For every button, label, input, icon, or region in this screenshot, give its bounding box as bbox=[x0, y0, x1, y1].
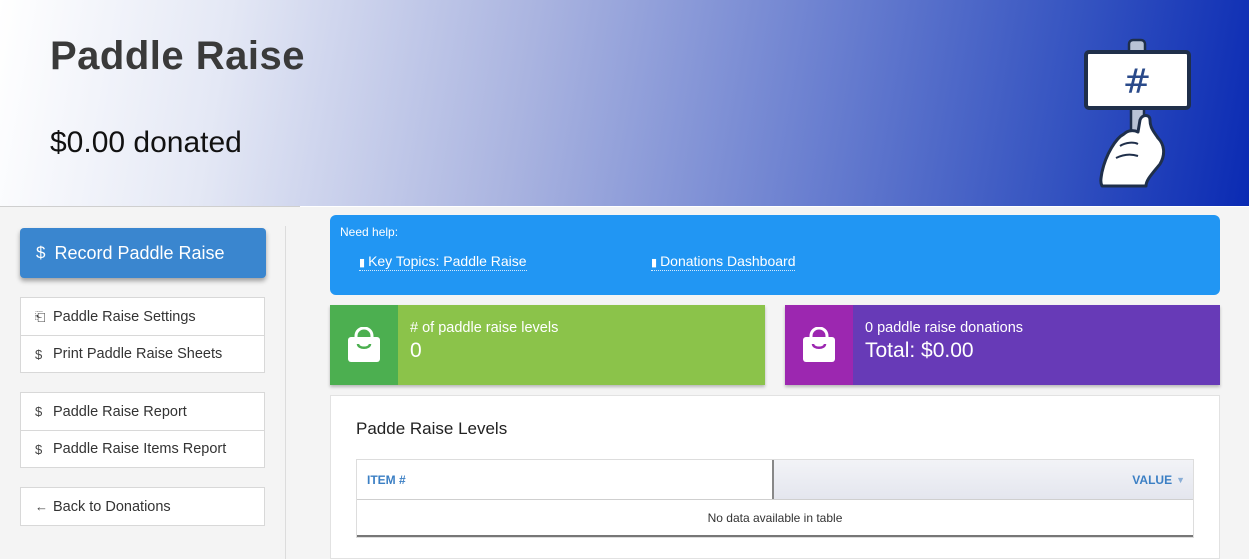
table-empty-row: No data available in table bbox=[357, 500, 1193, 537]
donations-dashboard-label: Donations Dashboard bbox=[660, 253, 796, 269]
menu-item-label: Paddle Raise Report bbox=[53, 403, 187, 420]
sort-desc-icon: ▼ bbox=[1176, 474, 1185, 485]
help-title: Need help: bbox=[340, 225, 399, 239]
stat-label: # of paddle raise levels bbox=[410, 320, 559, 336]
menu-item-label: Paddle Raise Items Report bbox=[53, 441, 227, 457]
menu-item-label: Paddle Raise Settings bbox=[53, 308, 196, 325]
paddle-sign-icon: # bbox=[1084, 38, 1191, 188]
column-header-item[interactable]: ITEM # bbox=[357, 460, 774, 499]
table-header: ITEM # VALUE ▼ bbox=[357, 460, 1193, 500]
record-paddle-raise-label: Record Paddle Raise bbox=[54, 242, 225, 263]
sidebar-divider bbox=[285, 226, 286, 559]
stat-label: 0 paddle raise donations bbox=[865, 320, 1024, 336]
print-paddle-raise-sheets-link[interactable]: $ Print Paddle Raise Sheets bbox=[21, 335, 264, 372]
levels-table: ITEM # VALUE ▼ No data available in tabl… bbox=[356, 459, 1194, 538]
page-title: Paddle Raise bbox=[50, 34, 306, 78]
key-topics-link[interactable]: ▮ Key Topics: Paddle Raise bbox=[359, 253, 527, 271]
shopping-bag-icon bbox=[330, 305, 398, 385]
column-label: ITEM # bbox=[367, 472, 406, 487]
paddle-raise-items-report-link[interactable]: $ Paddle Raise Items Report bbox=[21, 430, 264, 467]
dollar-icon: $ bbox=[35, 346, 43, 362]
sidebar-menu-settings: ⎗ Paddle Raise Settings $ Print Paddle R… bbox=[20, 297, 265, 373]
help-box: Need help: ▮ Key Topics: Paddle Raise ▮ Do… bbox=[330, 215, 1220, 295]
paddle-sign-hash: # bbox=[1123, 62, 1152, 102]
column-label: VALUE bbox=[1132, 472, 1173, 487]
paddle-raise-report-link[interactable]: $ Paddle Raise Report bbox=[21, 393, 264, 430]
panel-title: Padde Raise Levels bbox=[356, 419, 508, 438]
donations-dashboard-link[interactable]: ▮ Donations Dashboard bbox=[651, 253, 796, 271]
sign-in-icon: ⎗ bbox=[35, 308, 46, 324]
header-banner: Paddle Raise $0.00 donated # bbox=[0, 0, 1249, 206]
dollar-icon: $ bbox=[35, 404, 43, 419]
dollar-icon: $ bbox=[36, 243, 46, 262]
back-to-donations-link[interactable]: ← Back to Donations bbox=[21, 488, 264, 525]
sidebar-menu-back: ← Back to Donations bbox=[20, 487, 265, 526]
stat-paddle-raise-levels: # of paddle raise levels 0 bbox=[330, 305, 765, 385]
sidebar-menu-reports: $ Paddle Raise Report $ Paddle Raise Ite… bbox=[20, 392, 265, 468]
book-icon: ▮ bbox=[651, 257, 658, 269]
donated-total: $0.00 donated bbox=[50, 126, 242, 159]
book-icon: ▮ bbox=[359, 257, 366, 269]
arrow-left-icon: ← bbox=[35, 499, 48, 514]
shopping-bag-icon bbox=[785, 305, 853, 385]
paddle-raise-levels-panel: Padde Raise Levels ITEM # VALUE ▼ No dat… bbox=[330, 395, 1220, 559]
record-paddle-raise-button[interactable]: $ Record Paddle Raise bbox=[20, 228, 266, 278]
menu-item-label: Back to Donations bbox=[53, 498, 171, 515]
stat-value: Total: $0.00 bbox=[865, 339, 974, 362]
paddle-raise-settings-link[interactable]: ⎗ Paddle Raise Settings bbox=[21, 298, 264, 335]
stat-value: 0 bbox=[410, 339, 422, 362]
column-header-value[interactable]: VALUE ▼ bbox=[774, 460, 1193, 499]
menu-item-label: Print Paddle Raise Sheets bbox=[53, 346, 223, 362]
stat-paddle-raise-donations: 0 paddle raise donations Total: $0.00 bbox=[785, 305, 1220, 385]
key-topics-label: Key Topics: Paddle Raise bbox=[368, 253, 527, 269]
dollar-icon: $ bbox=[35, 441, 43, 457]
